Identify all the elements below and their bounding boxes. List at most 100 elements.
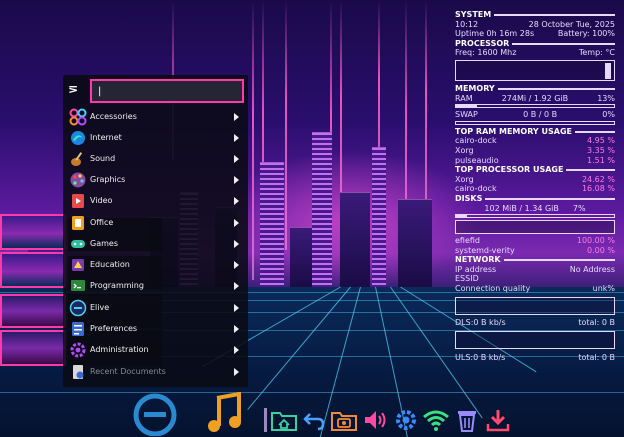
ram-percent: 13% (597, 93, 615, 103)
wallpaper-ray (425, 0, 427, 230)
swap-bar (455, 120, 615, 125)
menu-search-input[interactable] (90, 79, 244, 103)
menu-item-video[interactable]: Video (63, 190, 248, 211)
menu-item-office[interactable]: Office (63, 212, 248, 233)
wallpaper-building (340, 192, 370, 287)
menu-item-sound[interactable]: Sound (63, 148, 248, 169)
download-total: total: 0 B (578, 317, 615, 327)
preferences-icon (67, 320, 89, 338)
menu-item-label: Preferences (90, 324, 138, 333)
menu-item-graphics[interactable]: Graphics (63, 169, 248, 190)
desktop-thumbnail[interactable] (0, 214, 66, 250)
submenu-arrow-icon (234, 303, 239, 312)
office-icon (67, 214, 89, 232)
conky-date: 28 October Tue, 2025 (528, 19, 615, 29)
wallpaper-ray (252, 0, 254, 280)
settings-gear-icon[interactable] (393, 408, 419, 432)
desktop-thumbnail[interactable] (0, 252, 66, 288)
conky-uptime: Uptime 0h 16m 28s (455, 29, 535, 39)
menu-item-accessories[interactable]: Accessories (63, 106, 248, 127)
application-menu: ⋝ Accessories Internet Sound Graphics Vi… (63, 75, 248, 387)
ram-label: RAM (455, 93, 473, 103)
menu-item-internet[interactable]: Internet (63, 127, 248, 148)
ram-bar (455, 104, 615, 109)
accessories-icon (67, 108, 89, 126)
menu-item-label: Graphics (90, 175, 126, 184)
upload-total: total: 0 B (578, 353, 615, 363)
swap-label: SWAP (455, 110, 478, 120)
menu-item-label: Recent Documents (90, 367, 166, 376)
desktop-thumbnail[interactable] (0, 294, 66, 328)
ip-label: IP address (455, 264, 497, 274)
conky-section-title: NETWORK (455, 255, 615, 265)
wifi-icon[interactable] (422, 408, 450, 432)
quality-label: Connection quality (455, 284, 531, 294)
upload-speed: ULS:0 B kb/s (455, 353, 506, 363)
conky-section-title: MEMORY (455, 84, 615, 94)
wallpaper-building (398, 199, 432, 287)
submenu-arrow-icon (234, 324, 239, 333)
menu-item-elive[interactable]: Elive (63, 297, 248, 318)
conky-row: Freq: 1600 Mhz Temp: °C (455, 48, 615, 58)
wallpaper-building (290, 227, 312, 287)
dock-separator (264, 408, 267, 432)
ram-value: 274Mi / 1.92 GiB (501, 93, 569, 103)
disk-percent: 7% (572, 203, 586, 213)
cpu-graph-spike (605, 62, 611, 79)
conky-section-title: PROCESSOR (455, 39, 615, 49)
ip-value: No Address (569, 264, 615, 274)
desktop-thumbnail[interactable] (0, 330, 66, 366)
cairo-dock (0, 390, 624, 437)
disk-value: 102 MiB / 1.34 GiB (484, 203, 559, 213)
conky-row: ULS:0 B kb/s total: 0 B (455, 353, 615, 363)
menu-item-education[interactable]: Education (63, 254, 248, 275)
conky-row: ESSID (455, 274, 615, 284)
download-speed: DLS:0 B kb/s (455, 317, 506, 327)
menu-item-programming[interactable]: Programming (63, 275, 248, 296)
submenu-arrow-icon (234, 196, 239, 205)
conky-row: Connection quality unk% (455, 284, 615, 294)
home-folder-icon[interactable] (270, 408, 298, 432)
upload-graph (455, 331, 615, 350)
undo-icon[interactable] (302, 408, 326, 432)
conky-row: IP address No Address (455, 265, 615, 275)
submenu-arrow-icon (234, 175, 239, 184)
menu-item-administration[interactable]: Administration (63, 339, 248, 360)
menu-item-preferences[interactable]: Preferences (63, 318, 248, 339)
disk-row: systemd-verity 0.00 % (455, 245, 615, 255)
submenu-arrow-icon (234, 239, 239, 248)
submenu-arrow-icon (234, 345, 239, 354)
conky-system-monitor: SYSTEM 10:12 28 October Tue, 2025 Uptime… (455, 10, 615, 363)
menu-item-label: Games (90, 239, 118, 248)
conky-section-title: TOP RAM MEMORY USAGE (455, 127, 615, 137)
screenshot-icon[interactable] (330, 408, 358, 432)
conky-section-title: TOP PROCESSOR USAGE (455, 165, 615, 175)
download-icon[interactable] (485, 408, 511, 432)
volume-icon[interactable] (362, 408, 390, 432)
elive-launcher-icon[interactable] (132, 390, 178, 436)
elive-icon (67, 299, 89, 317)
conky-time: 10:12 (455, 19, 479, 29)
conky-row: Uptime 0h 16m 28s Battery: 100% (455, 29, 615, 39)
conky-row: 10:12 28 October Tue, 2025 (455, 20, 615, 30)
education-icon (67, 256, 89, 274)
recent-documents-icon (67, 363, 89, 381)
menu-item-label: Administration (90, 345, 149, 354)
conky-battery: Battery: 100% (557, 29, 615, 39)
cpu-graph (455, 59, 615, 81)
wallpaper-building (260, 162, 284, 287)
quality-value: unk% (592, 284, 615, 294)
video-icon (67, 192, 89, 210)
submenu-arrow-icon (234, 112, 239, 121)
menu-item-recent-documents[interactable]: Recent Documents (63, 361, 248, 382)
menu-item-label: Accessories (90, 112, 137, 121)
menu-item-label: Sound (90, 154, 116, 163)
music-icon[interactable] (205, 392, 245, 434)
wallpaper-ray (285, 0, 287, 250)
swap-percent: 0% (602, 110, 615, 120)
trash-icon[interactable] (455, 408, 479, 432)
top-ram-row: cairo-dock 4.95 % (455, 136, 615, 146)
games-icon (67, 235, 89, 253)
menu-item-games[interactable]: Games (63, 233, 248, 254)
top-ram-row: Xorg 3.35 % (455, 145, 615, 155)
